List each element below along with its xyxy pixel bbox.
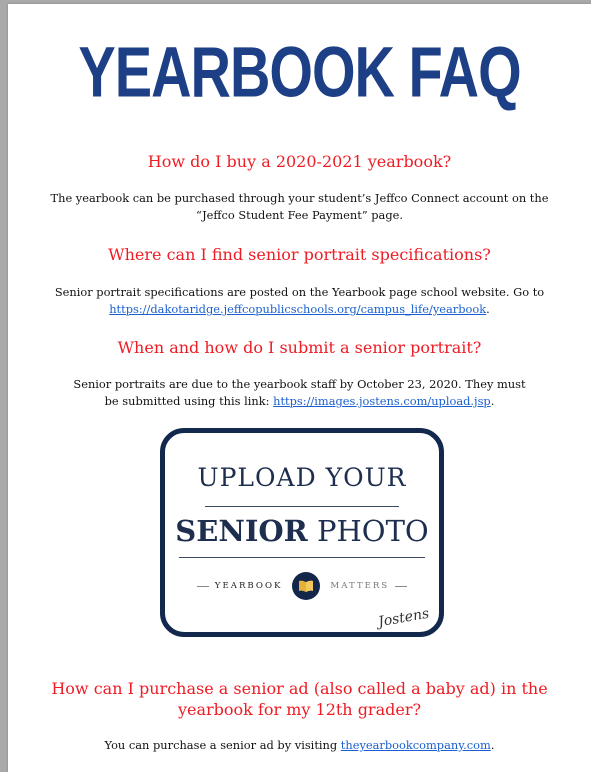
answer-punct: .	[490, 738, 495, 752]
answer-senior-ad: You can purchase a senior ad by visiting…	[38, 737, 561, 754]
badge-divider	[179, 557, 425, 558]
answer-submit-portrait: Senior portraits are due to the yearbook…	[68, 376, 531, 410]
answer-buy-yearbook: The yearbook can be purchased through yo…	[50, 191, 549, 222]
question-submit-portrait: When and how do I submit a senior portra…	[117, 338, 482, 357]
question-portrait-specs: Where can I find senior portrait specifi…	[108, 245, 491, 264]
answer-portrait-specs: Senior portrait specifications are poste…	[38, 284, 561, 318]
answer-text: You can purchase a senior ad by visiting	[104, 738, 338, 752]
badge-line-2: SENIOR PHOTO	[165, 514, 439, 548]
badge-rule	[196, 585, 209, 587]
badge-line-2-rest: PHOTO	[317, 514, 429, 548]
book-icon	[292, 572, 321, 600]
document-page: YEARBOOK FAQ How do I buy a 2020-2021 ye…	[8, 4, 591, 772]
badge-line-1: UPLOAD YOUR	[197, 463, 407, 492]
badge-right-word: MATTERS	[330, 581, 390, 591]
answer-punct: .	[490, 394, 495, 408]
badge-left-word: YEARBOOK	[214, 581, 283, 591]
upload-link[interactable]: https://images.jostens.com/upload.jsp	[273, 394, 491, 408]
page-title: YEARBOOK FAQ	[78, 31, 521, 112]
badge-line-2-bold: SENIOR	[175, 514, 308, 548]
badge-divider	[205, 506, 399, 507]
upload-senior-photo-badge: UPLOAD YOUR SENIOR PHOTO YEARBOOK MATTER…	[160, 428, 444, 637]
question-senior-ad: How can I purchase a senior ad (also cal…	[51, 679, 548, 719]
specs-link[interactable]: https://dakotaridge.jeffcopublicschools.…	[109, 302, 486, 316]
yearbook-company-link[interactable]: theyearbookcompany.com	[341, 738, 491, 752]
badge-rule	[395, 585, 408, 587]
answer-punct: .	[486, 302, 490, 316]
badge-footer-row: YEARBOOK MATTERS	[165, 570, 439, 602]
question-buy-yearbook: How do I buy a 2020-2021 yearbook?	[147, 152, 452, 171]
answer-text: Senior portrait specifications are poste…	[54, 285, 545, 299]
jostens-logo: Jostens	[376, 605, 430, 631]
